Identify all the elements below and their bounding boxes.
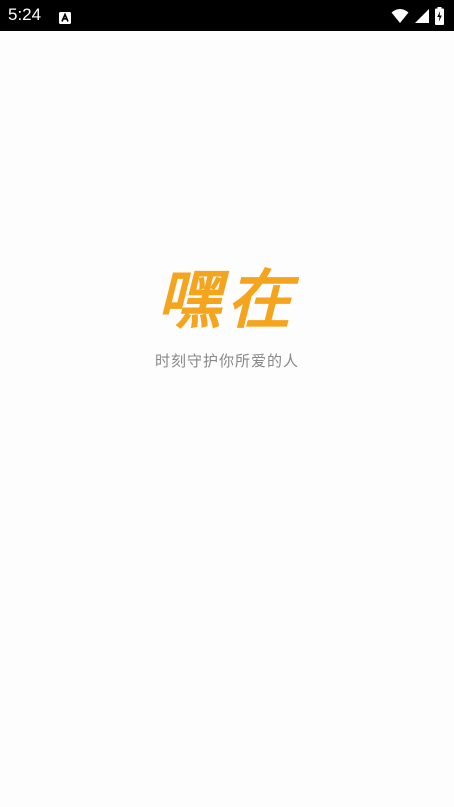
app-tagline: 时刻守护你所爱的人: [154, 352, 299, 370]
splash-content: 嘿在 时刻守护你所爱的人: [0, 31, 454, 807]
battery-charging-icon: [435, 6, 444, 25]
cellular-signal-icon: [414, 8, 430, 24]
wifi-icon: [391, 8, 409, 24]
status-icons: [391, 6, 444, 25]
app-logo: 嘿在: [157, 264, 297, 338]
status-bar: 5:24: [0, 0, 454, 31]
status-time: 5:24: [8, 5, 42, 24]
splash-screen: 5:24 嘿在 时刻守护你所爱的人: [0, 0, 454, 807]
app-notification-icon: [59, 9, 71, 24]
